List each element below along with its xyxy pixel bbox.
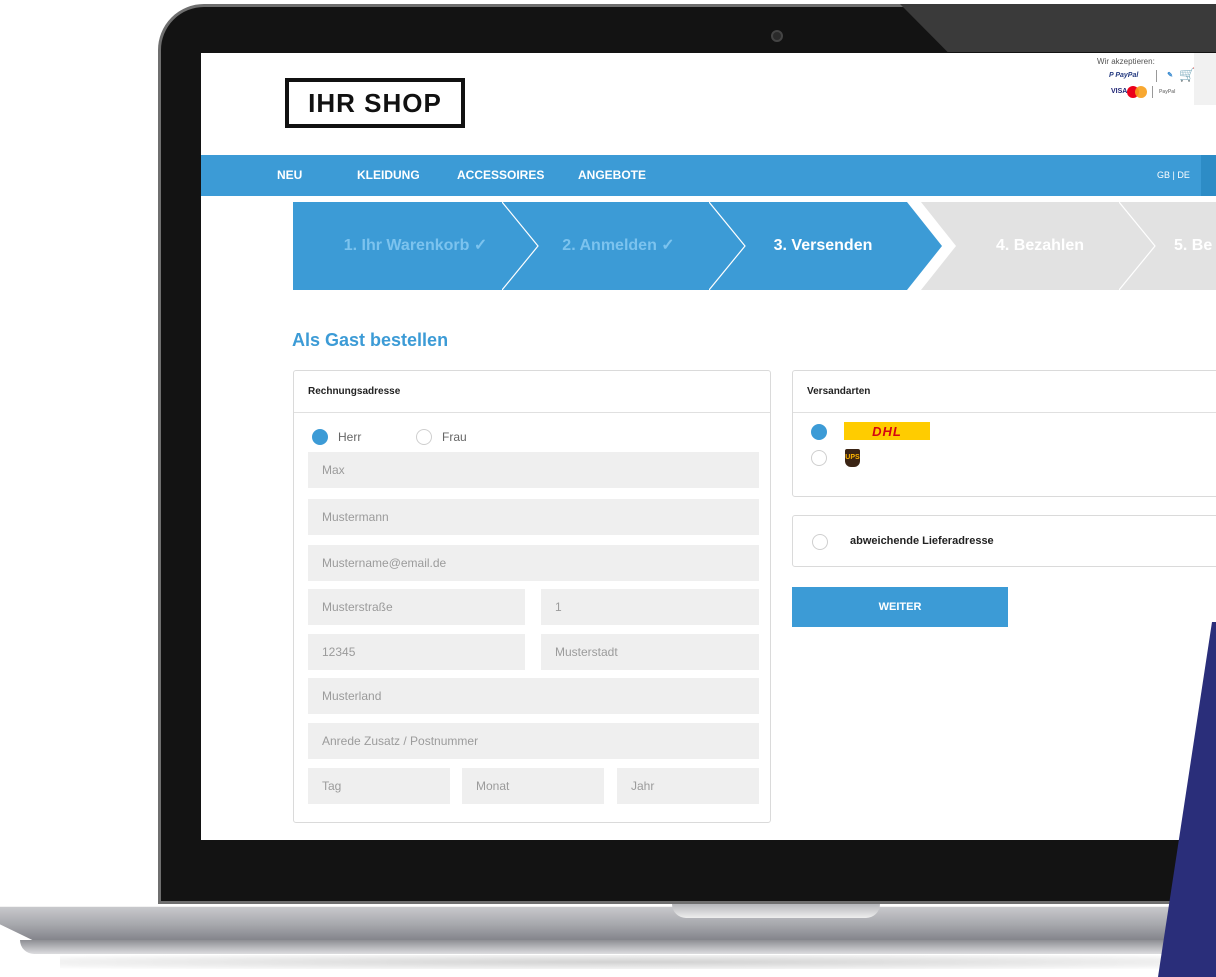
sofort-icon: ✎: [1167, 72, 1173, 79]
shop-logo[interactable]: IHR SHOP: [285, 78, 465, 128]
main-nav: NEU KLEIDUNG ACCESSOIRES ANGEBOTE GB | D…: [201, 155, 1216, 196]
laptop-base-bottom: [20, 940, 1216, 954]
email-field[interactable]: Mustername@email.de: [308, 545, 759, 581]
billing-address-panel: Rechnungsadresse Herr Frau Max Musterman…: [293, 370, 771, 823]
alternative-address-option[interactable]: abweichende Lieferadresse: [792, 515, 1216, 567]
salutation-herr-option[interactable]: Herr: [312, 427, 361, 447]
laptop-notch: [672, 904, 880, 918]
alt-address-radio[interactable]: [812, 534, 828, 550]
mastercard-icon: [1127, 86, 1149, 98]
ups-logo-text: UPS: [845, 454, 860, 461]
carrier-ups-radio[interactable]: [811, 450, 827, 466]
shopping-cart-icon[interactable]: 🛒: [1179, 67, 1195, 83]
firstname-field[interactable]: Max: [308, 452, 759, 488]
cart-panel[interactable]: [1194, 53, 1216, 105]
logo-text: IHR SHOP: [308, 87, 442, 118]
language-switch[interactable]: GB | DE: [1157, 155, 1190, 196]
shipping-options-anchor: DHL UPS: [792, 370, 930, 467]
nav-item-accessoires[interactable]: ACCESSOIRES: [457, 155, 544, 196]
laptop-mockup: IHR SHOP Wir akzeptieren: P PayPal ✎ VIS…: [0, 0, 1216, 977]
dhl-logo[interactable]: DHL: [844, 422, 930, 440]
continue-button[interactable]: WEITER: [792, 587, 1008, 627]
salutation-frau-option[interactable]: Frau: [416, 427, 467, 447]
checkout-steps: 5. Be 4. Bezahlen 3. Versenden 2. Anmeld…: [293, 202, 1216, 290]
nav-end-block: [1201, 155, 1216, 196]
zip-field[interactable]: 12345: [308, 634, 525, 670]
step-chevron-divider: [1119, 202, 1156, 290]
screen: IHR SHOP Wir akzeptieren: P PayPal ✎ VIS…: [201, 53, 1216, 840]
address-extra-field[interactable]: Anrede Zusatz / Postnummer: [308, 723, 759, 759]
radio-selected-icon[interactable]: [312, 429, 328, 445]
radio-unselected-icon[interactable]: [416, 429, 432, 445]
visa-logo: VISA: [1111, 88, 1128, 95]
laptop-base: [0, 906, 1216, 942]
nav-item-kleidung[interactable]: KLEIDUNG: [357, 155, 420, 196]
birth-day-field[interactable]: Tag: [308, 768, 450, 804]
payment-separator: [1156, 70, 1157, 82]
page-title: Als Gast bestellen: [292, 330, 449, 350]
alt-address-label: abweichende Lieferadresse: [850, 535, 994, 547]
birth-month-field[interactable]: Monat: [462, 768, 604, 804]
street-field[interactable]: Musterstraße: [308, 589, 525, 625]
dhl-logo-text: DHL: [872, 423, 902, 439]
nav-item-angebote[interactable]: ANGEBOTE: [578, 155, 646, 196]
step-chevron-divider: [502, 202, 539, 290]
paypal-logo: P PayPal: [1109, 72, 1139, 79]
house-number-field[interactable]: 1: [541, 589, 759, 625]
laptop-shadow: [60, 955, 1210, 969]
birth-year-field[interactable]: Jahr: [617, 768, 759, 804]
billing-title: Rechnungsadresse: [294, 371, 770, 413]
payment-separator: [1152, 86, 1153, 98]
nav-item-neu[interactable]: NEU: [277, 155, 302, 196]
salutation-frau-label: Frau: [442, 430, 467, 444]
lid-reflection: [900, 4, 1216, 52]
city-field[interactable]: Musterstadt: [541, 634, 759, 670]
step-chevron-divider: [709, 202, 746, 290]
country-field[interactable]: Musterland: [308, 678, 759, 714]
webcam: [771, 30, 783, 42]
paypal-small-logo: PayPal: [1159, 89, 1176, 95]
salutation-herr-label: Herr: [338, 430, 362, 444]
lastname-field[interactable]: Mustermann: [308, 499, 759, 535]
carrier-dhl-radio[interactable]: [811, 424, 827, 440]
accepted-payments-label: Wir akzeptieren:: [1097, 57, 1155, 66]
ups-logo[interactable]: UPS: [845, 449, 860, 467]
shipping-title: Versandarten: [793, 371, 1216, 413]
